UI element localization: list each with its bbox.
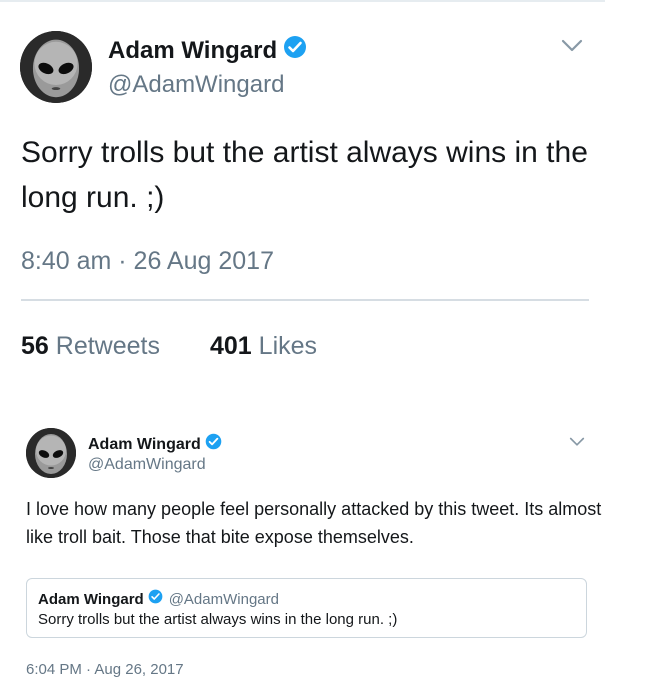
retweets-label: Retweets — [55, 332, 160, 360]
tweet-timestamp[interactable]: 8:40 am · 26 Aug 2017 — [21, 245, 274, 277]
alien-avatar-image — [26, 428, 76, 478]
display-name[interactable]: Adam Wingard — [88, 433, 222, 456]
display-name[interactable]: Adam Wingard — [108, 35, 307, 67]
quoted-display-name: Adam Wingard — [38, 590, 144, 608]
tweet-text: I love how many people feel personally a… — [26, 499, 602, 547]
verified-badge-icon — [283, 35, 307, 67]
likes-count: 401 — [210, 332, 252, 360]
handle[interactable]: @AdamWingard — [88, 455, 206, 475]
verified-badge-icon — [205, 433, 222, 456]
display-name-text: Adam Wingard — [108, 37, 278, 64]
likes-label: Likes — [258, 332, 318, 360]
verified-badge-icon — [148, 589, 163, 610]
retweets-count: 56 — [21, 332, 49, 360]
handle[interactable]: @AdamWingard — [108, 70, 284, 100]
retweets-stat[interactable]: 56 Retweets — [21, 330, 160, 362]
quoted-text: Sorry trolls but the artist always wins … — [38, 611, 398, 628]
top-divider — [0, 0, 605, 2]
tweet-text: Sorry trolls but the artist always wins … — [21, 136, 588, 214]
tweet-timestamp[interactable]: 6:04 PM · Aug 26, 2017 — [26, 660, 184, 680]
avatar[interactable] — [26, 428, 76, 478]
avatar[interactable] — [20, 31, 92, 103]
alien-avatar-image — [20, 31, 92, 103]
divider — [21, 299, 589, 301]
quoted-tweet-card[interactable]: Adam Wingard @AdamWingard Sorry trolls b… — [26, 578, 587, 638]
likes-stat[interactable]: 401 Likes — [210, 330, 317, 362]
chevron-down-icon[interactable] — [560, 36, 584, 56]
display-name-text: Adam Wingard — [88, 435, 201, 453]
quoted-author: Adam Wingard @AdamWingard — [38, 589, 279, 610]
chevron-down-icon[interactable] — [568, 435, 586, 449]
quoted-handle: @AdamWingard — [168, 590, 279, 608]
